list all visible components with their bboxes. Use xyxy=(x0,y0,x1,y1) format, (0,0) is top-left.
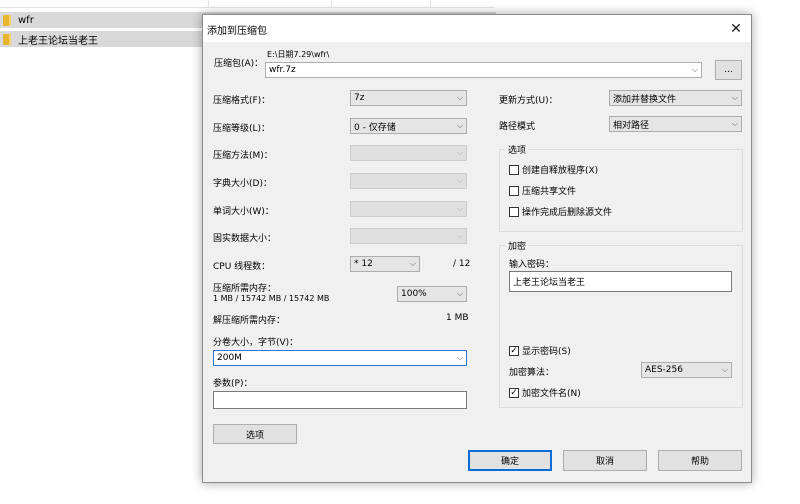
method-label: 压缩方法(M)： xyxy=(213,151,273,161)
dialog-title: 添加到压缩包 xyxy=(207,26,267,37)
update-select[interactable]: 添加并替换文件 ⌵ xyxy=(609,90,742,106)
chevron-down-icon: ⌵ xyxy=(691,65,698,74)
archive-path: E:\日期7.29\wfr\ xyxy=(267,50,330,59)
help-button[interactable]: 帮助 xyxy=(658,450,742,471)
params-input[interactable] xyxy=(213,391,467,409)
chevron-down-icon: ⌵ xyxy=(731,93,738,102)
checkbox-box xyxy=(509,164,519,175)
archive-name-combo[interactable]: wfr.7z ⌵ xyxy=(265,62,702,78)
cancel-button[interactable]: 取消 xyxy=(563,450,647,471)
chevron-down-icon: ⌵ xyxy=(409,259,416,268)
folder-icon xyxy=(3,14,11,26)
column-header xyxy=(0,0,495,8)
file-name: 上老王论坛当老王 xyxy=(18,35,98,47)
cpu-value: * 12 xyxy=(354,259,373,269)
options-group-label: 选项 xyxy=(506,143,529,156)
checkbox-box xyxy=(509,185,519,196)
show-password-checkbox[interactable]: ✓ 显示密码(S) xyxy=(509,344,571,357)
chevron-down-icon: ⌵ xyxy=(456,231,463,240)
encryption-group-label: 加密 xyxy=(506,239,529,252)
encrypt-names-checkbox[interactable]: ✓ 加密文件名(N) xyxy=(509,386,581,399)
shared-files-label: 压缩共享文件 xyxy=(522,187,577,197)
cpu-select[interactable]: * 12 ⌵ xyxy=(350,256,420,272)
level-select[interactable]: 0 - 仅存储 ⌵ xyxy=(350,118,467,134)
cpu-label: CPU 线程数： xyxy=(213,262,271,272)
level-value: 0 - 仅存储 xyxy=(354,122,396,133)
format-value: 7z xyxy=(354,93,365,103)
browse-button[interactable]: ... xyxy=(715,60,742,80)
file-name: wfr xyxy=(18,14,34,26)
add-to-archive-dialog: 添加到压缩包 ✕ 压缩包(A)： E:\日期7.29\wfr\ wfr.7z ⌵… xyxy=(202,14,752,483)
archive-label: 压缩包(A)： xyxy=(214,59,264,69)
chevron-down-icon: ⌵ xyxy=(721,365,728,374)
chevron-down-icon: ⌵ xyxy=(456,289,463,298)
mem-decomp-label: 解压缩所需内存： xyxy=(213,316,286,326)
split-label: 分卷大小，字节(V)： xyxy=(213,338,299,348)
checkbox-box: ✓ xyxy=(509,387,519,398)
checkbox-box xyxy=(509,206,519,217)
method-select[interactable]: ⌵ xyxy=(350,145,467,161)
dict-label: 字典大小(D)： xyxy=(213,179,272,189)
column-separator xyxy=(331,0,332,8)
chevron-down-icon: ⌵ xyxy=(456,93,463,102)
chevron-down-icon: ⌵ xyxy=(456,176,463,185)
column-separator xyxy=(208,0,209,8)
shared-files-checkbox[interactable]: 压缩共享文件 xyxy=(509,184,576,197)
mem-comp-label: 压缩所需内存： xyxy=(213,284,277,294)
update-value: 添加并替换文件 xyxy=(613,94,677,105)
show-password-label: 显示密码(S) xyxy=(522,347,571,357)
column-separator xyxy=(430,0,431,8)
path-mode-label: 路径模式 xyxy=(499,122,536,132)
delete-source-checkbox[interactable]: 操作完成后删除源文件 xyxy=(509,205,612,218)
mem-percent-value: 100% xyxy=(401,289,427,299)
algo-value: AES-256 xyxy=(645,365,683,375)
mem-comp-detail: 1 MB / 15742 MB / 15742 MB xyxy=(213,294,330,303)
dict-select[interactable]: ⌵ xyxy=(350,173,467,189)
title-bar: 添加到压缩包 ✕ xyxy=(203,15,751,42)
split-size-combo[interactable]: 200M ⌵ xyxy=(213,350,467,366)
level-label: 压缩等级(L)： xyxy=(213,124,271,134)
path-mode-select[interactable]: 相对路径 ⌵ xyxy=(609,116,742,132)
options-button[interactable]: 选项 xyxy=(213,424,297,444)
word-select[interactable]: ⌵ xyxy=(350,201,467,217)
chevron-down-icon: ⌵ xyxy=(456,121,463,130)
solid-select[interactable]: ⌵ xyxy=(350,228,467,244)
encrypt-names-label: 加密文件名(N) xyxy=(522,389,581,399)
close-button[interactable]: ✕ xyxy=(721,15,751,42)
path-mode-value: 相对路径 xyxy=(613,120,650,131)
sfx-checkbox[interactable]: 创建自释放程序(X) xyxy=(509,163,598,176)
params-label: 参数(P)： xyxy=(213,379,253,389)
folder-icon xyxy=(3,33,11,45)
chevron-down-icon: ⌵ xyxy=(456,148,463,157)
algo-select[interactable]: AES-256 ⌵ xyxy=(641,362,732,378)
chevron-down-icon: ⌵ xyxy=(456,353,463,362)
algo-label: 加密算法： xyxy=(509,368,555,378)
ok-button[interactable]: 确定 xyxy=(468,450,552,471)
solid-label: 固实数据大小： xyxy=(213,234,277,244)
sfx-label: 创建自释放程序(X) xyxy=(522,166,599,176)
word-label: 单词大小(W)： xyxy=(213,207,274,217)
split-size-value: 200M xyxy=(217,353,242,363)
update-label: 更新方式(U)： xyxy=(499,96,558,106)
password-input[interactable]: 上老王论坛当老王 xyxy=(509,271,732,292)
checkbox-box: ✓ xyxy=(509,345,519,356)
password-label: 输入密码： xyxy=(509,260,555,270)
format-label: 压缩格式(F)： xyxy=(213,96,271,106)
delete-source-label: 操作完成后删除源文件 xyxy=(522,208,613,218)
chevron-down-icon: ⌵ xyxy=(731,119,738,128)
mem-percent-select[interactable]: 100% ⌵ xyxy=(397,286,467,302)
format-select[interactable]: 7z ⌵ xyxy=(350,90,467,106)
chevron-down-icon: ⌵ xyxy=(456,204,463,213)
mem-decomp-value: 1 MB xyxy=(446,313,469,323)
cpu-max: / 12 xyxy=(453,259,471,269)
archive-name-value: wfr.7z xyxy=(269,65,296,75)
